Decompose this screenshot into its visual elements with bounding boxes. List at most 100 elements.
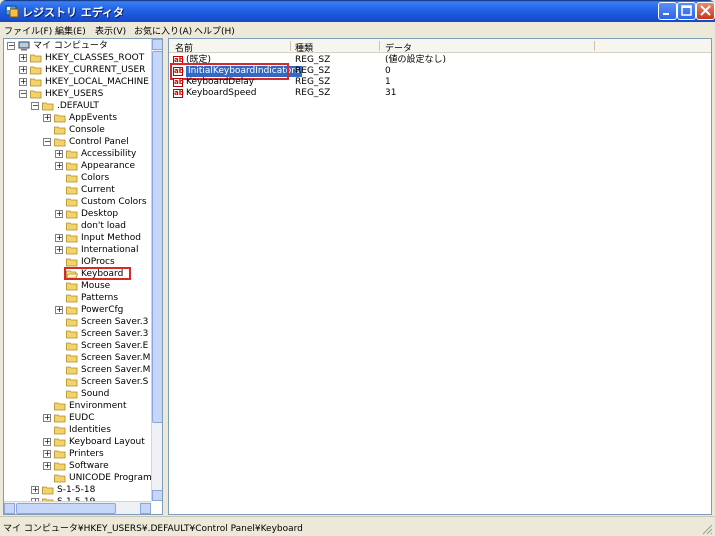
tree-item[interactable]: Screen Saver.E [4,340,151,352]
expand-icon[interactable]: + [19,78,27,86]
tree-item[interactable]: Mouse [4,280,151,292]
collapse-icon[interactable]: − [7,42,15,50]
minimize-button[interactable] [658,2,677,20]
tree-item[interactable]: + Accessibility [4,148,151,160]
tree-item[interactable]: − HKEY_USERS [4,88,151,100]
scroll-up-button[interactable] [152,39,162,50]
tree-item[interactable]: Colors [4,172,151,184]
tree-item[interactable]: + Input Method [4,232,151,244]
column-header-type[interactable]: 種類 [295,41,313,54]
tree-item[interactable]: + S-1-5-18 [4,484,151,496]
value-row[interactable]: ab InitialKeyboardIndicators REG_SZ 0 [169,63,711,80]
tree-item[interactable]: Sound [4,388,151,400]
tree-item[interactable]: Patterns [4,292,151,304]
folder-icon [66,354,78,363]
tree-item[interactable]: + Keyboard Layout [4,436,151,448]
status-bar: マイ コンピュータ¥HKEY_USERS¥.DEFAULT¥Control Pa… [0,516,715,536]
tree-item[interactable]: Environment [4,400,151,412]
menu-edit[interactable]: 編集(E) [55,24,86,37]
expand-icon[interactable]: + [55,210,63,218]
collapse-icon[interactable]: − [19,90,27,98]
tree-item[interactable]: Custom Colors [4,196,151,208]
value-row[interactable]: ab KeyboardDelay REG_SZ 1 [169,77,711,88]
expand-icon[interactable]: + [43,450,51,458]
tree-item[interactable]: UNICODE Program [4,472,151,484]
close-button[interactable] [696,2,715,20]
maximize-icon [681,5,692,16]
close-icon [700,5,711,16]
expand-icon[interactable]: + [55,306,63,314]
menu-file[interactable]: ファイル(F) [4,24,52,37]
tree-item[interactable]: − マイ コンピュータ [4,40,151,52]
column-header-data[interactable]: データ [385,41,412,54]
tree-item[interactable]: − .DEFAULT [4,100,151,112]
tree-item[interactable]: − Control Panel [4,136,151,148]
tree-vertical-scrollbar[interactable] [151,39,162,501]
column-separator[interactable] [379,41,380,51]
expand-icon[interactable]: + [31,486,39,494]
tree-item[interactable]: + AppEvents [4,112,151,124]
resize-grip-icon[interactable] [701,523,713,535]
scroll-down-button[interactable] [152,490,162,501]
column-separator[interactable] [290,41,291,51]
menu-view[interactable]: 表示(V) [95,24,126,37]
expand-icon[interactable]: + [19,66,27,74]
expand-icon[interactable]: + [55,234,63,242]
tree-item[interactable]: + Printers [4,448,151,460]
tree-item-label: Screen Saver.M [81,365,151,375]
maximize-button[interactable] [677,2,696,20]
tree-horizontal-scrollbar[interactable] [4,501,151,514]
expand-icon[interactable]: + [43,114,51,122]
expand-icon[interactable]: + [55,150,63,158]
tree-item[interactable]: Current [4,184,151,196]
horizontal-scroll-thumb[interactable] [16,503,116,514]
expand-icon[interactable]: + [55,162,63,170]
tree-item[interactable]: Console [4,124,151,136]
string-value-icon: ab [173,89,184,98]
scroll-thumb[interactable] [152,51,162,423]
scroll-left-button[interactable] [4,503,15,514]
tree-item[interactable]: + HKEY_LOCAL_MACHINE [4,76,151,88]
value-list-pane[interactable]: 名前 種類 データ ab (既定) REG_SZ (値の設定なし) ab InitialK… [168,38,712,515]
tree-item[interactable]: + EUDC [4,412,151,424]
expand-icon[interactable]: + [19,54,27,62]
expand-icon[interactable]: + [43,462,51,470]
tree-item[interactable]: Keyboard [4,267,151,280]
tree-item-label: Desktop [81,209,119,219]
tree-item[interactable]: Screen Saver.3 [4,328,151,340]
tree-item[interactable]: + HKEY_CLASSES_ROOT [4,52,151,64]
column-header-name[interactable]: 名前 [175,41,193,54]
tree-item[interactable]: Identities [4,424,151,436]
folder-icon [66,330,78,339]
value-name: KeyboardDelay [186,77,255,87]
tree-item[interactable]: Screen Saver.M [4,364,151,376]
menu-help[interactable]: ヘルプ(H) [194,24,235,37]
tree-item-label: Control Panel [69,137,129,147]
expand-icon[interactable]: + [43,414,51,422]
tree-item[interactable]: don't load [4,220,151,232]
column-separator[interactable] [594,41,595,51]
menu-favorites[interactable]: お気に入り(A) [134,24,192,37]
tree-item[interactable]: Screen Saver.3 [4,316,151,328]
key-tree-pane[interactable]: − マイ コンピュータ + HKEY_CLASSES_ROOT + HKEY_CURREN… [3,38,163,515]
tree-item[interactable]: Screen Saver.M [4,352,151,364]
tree-item[interactable]: + International [4,244,151,256]
tree-item[interactable]: + HKEY_CURRENT_USER [4,64,151,76]
tree-item-label: S-1-5-18 [57,485,96,495]
tree-item-label: don't load [81,221,127,231]
title-bar[interactable]: レジストリ エディタ [0,0,715,22]
tree-item-label: Console [69,125,105,135]
registry-editor-icon [5,5,19,18]
value-row[interactable]: ab KeyboardSpeed REG_SZ 31 [169,88,711,99]
tree-item[interactable]: + PowerCfg [4,304,151,316]
scroll-right-button[interactable] [140,503,151,514]
tree-item[interactable]: + Desktop [4,208,151,220]
tree-item[interactable]: Screen Saver.S [4,376,151,388]
tree-item[interactable]: + Software [4,460,151,472]
collapse-icon[interactable]: − [31,102,39,110]
tree-item[interactable]: + Appearance [4,160,151,172]
expand-icon[interactable]: + [43,438,51,446]
tree-item-label: Identities [69,425,111,435]
collapse-icon[interactable]: − [43,138,51,146]
expand-icon[interactable]: + [55,246,63,254]
